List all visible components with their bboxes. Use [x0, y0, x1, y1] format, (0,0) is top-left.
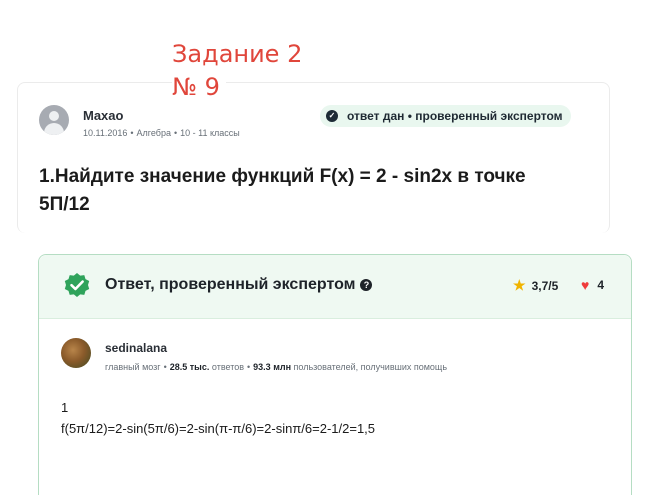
answer-rating[interactable]: ★ 3,7/5	[513, 277, 558, 294]
question-grade: 10 - 11 классы	[180, 128, 240, 138]
question-text: 1.Найдите значение функций F(x) = 2 - si…	[39, 166, 526, 215]
author-rank: главный мозг	[105, 362, 161, 372]
answer-likes[interactable]: ♥ 4	[581, 277, 604, 293]
heart-icon: ♥	[581, 277, 590, 293]
answer-title: Ответ, проверенный экспертом ?	[105, 276, 373, 294]
handwritten-annotation-task: Задание 2	[172, 40, 309, 68]
question-card: Maxao 10.11.2016 • Алгебра • 10 - 11 классы …	[17, 82, 610, 233]
answer-body: 1 f(5π/12)=2-sin(5π/6)=2-sin(π-π/6)=2-sin…	[61, 400, 376, 436]
question-subject[interactable]: Алгебра	[137, 128, 171, 138]
avatar[interactable]	[39, 105, 69, 135]
question-author[interactable]: Maxao	[83, 108, 123, 123]
question-icon[interactable]: ?	[360, 279, 373, 291]
verified-status-label: ответ дан • проверенный экспертом	[347, 109, 563, 123]
answerer-avatar[interactable]	[61, 338, 91, 368]
rating-value: 3,7/5	[531, 278, 559, 293]
answer-card: Ответ, проверенный экспертом ? ★ 3,7/5 ♥…	[38, 254, 632, 495]
verified-status-badge: ✓ ответ дан • проверенный экспертом	[320, 105, 571, 127]
answer-author[interactable]: sedinalana	[105, 341, 167, 355]
answers-count: 28.5 тыс.	[169, 362, 210, 372]
helped-count: 93.3 млн	[253, 362, 291, 372]
likes-count: 4	[597, 278, 604, 292]
handwritten-annotation-number: № 9	[172, 73, 226, 101]
verified-check-icon: ✓	[326, 110, 338, 122]
check-badge-icon	[64, 273, 90, 297]
avatar-placeholder-icon	[49, 111, 59, 121]
star-icon: ★	[513, 277, 526, 293]
question-meta: 10.11.2016 • Алгебра • 10 - 11 классы	[83, 128, 240, 138]
question-date: 10.11.2016	[83, 128, 128, 138]
answer-author-stats: главный мозг • 28.5 тыс. ответов • 93.3 млн …	[105, 362, 448, 372]
answer-header: Ответ, проверенный экспертом ? ★ 3,7/5 ♥…	[39, 255, 631, 319]
